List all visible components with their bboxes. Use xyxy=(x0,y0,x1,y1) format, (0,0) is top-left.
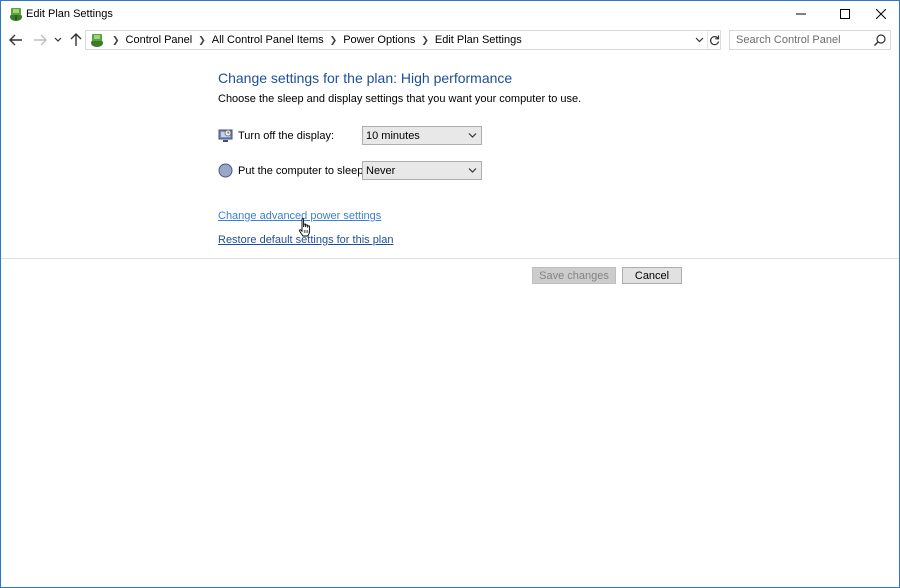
chevron-down-icon xyxy=(468,168,477,173)
sleep-timeout-select[interactable]: Never xyxy=(362,161,482,180)
chevron-down-icon xyxy=(695,37,703,43)
monitor-icon xyxy=(218,128,233,143)
control-panel-icon xyxy=(89,32,105,48)
display-setting-label: Turn off the display: xyxy=(238,130,334,142)
edit-plan-settings-window: Edit Plan Settings ❯ Control Panel ❯ All… xyxy=(0,0,900,588)
chevron-down-icon xyxy=(54,37,62,42)
minimize-button[interactable] xyxy=(783,1,819,27)
address-bar[interactable]: ❯ Control Panel ❯ All Control Panel Item… xyxy=(85,30,721,50)
refresh-icon xyxy=(710,35,720,45)
moon-icon xyxy=(218,163,233,178)
cancel-button[interactable]: Cancel xyxy=(622,267,682,284)
power-options-icon xyxy=(8,6,24,22)
title-bar: Edit Plan Settings xyxy=(1,1,899,27)
search-input[interactable] xyxy=(730,31,868,49)
breadcrumb-edit-plan-settings[interactable]: Edit Plan Settings xyxy=(435,34,522,46)
chevron-right-icon[interactable]: ❯ xyxy=(421,35,429,46)
breadcrumb-power-options[interactable]: Power Options xyxy=(343,34,415,46)
close-button[interactable] xyxy=(863,1,899,27)
maximize-button[interactable] xyxy=(827,1,863,27)
breadcrumb-control-panel[interactable]: Control Panel xyxy=(126,34,193,46)
chevron-right-icon[interactable]: ❯ xyxy=(198,35,206,46)
back-button[interactable] xyxy=(7,31,25,49)
refresh-button[interactable] xyxy=(707,31,721,49)
up-button[interactable] xyxy=(67,31,85,49)
arrow-left-icon xyxy=(9,34,22,46)
sleep-timeout-value: Never xyxy=(366,165,396,177)
content-divider xyxy=(1,258,899,259)
chevron-right-icon[interactable]: ❯ xyxy=(112,35,120,46)
chevron-right-icon[interactable]: ❯ xyxy=(330,35,338,46)
arrow-up-icon xyxy=(70,33,82,46)
display-setting-row: Turn off the display: 10 minutes xyxy=(218,126,488,146)
page-title: Change settings for the plan: High perfo… xyxy=(218,70,513,86)
address-history-button[interactable] xyxy=(692,31,706,49)
close-icon xyxy=(876,9,886,19)
sleep-setting-label: Put the computer to sleep: xyxy=(238,165,367,177)
main-content: Change settings for the plan: High perfo… xyxy=(1,53,899,258)
navigation-bar: ❯ Control Panel ❯ All Control Panel Item… xyxy=(1,27,899,53)
save-changes-button[interactable]: Save changes xyxy=(532,267,616,284)
arrow-right-icon xyxy=(34,34,47,46)
sleep-setting-row: Put the computer to sleep: Never xyxy=(218,161,488,181)
search-icon[interactable] xyxy=(873,33,887,47)
hand-cursor-icon xyxy=(298,218,312,238)
display-timeout-select[interactable]: 10 minutes xyxy=(362,126,482,145)
chevron-down-icon xyxy=(468,133,477,138)
display-timeout-value: 10 minutes xyxy=(366,130,420,142)
maximize-icon xyxy=(840,9,850,19)
minimize-icon xyxy=(796,13,806,15)
breadcrumb: ❯ Control Panel ❯ All Control Panel Item… xyxy=(106,31,522,49)
search-box[interactable] xyxy=(729,30,891,50)
page-description: Choose the sleep and display settings th… xyxy=(218,93,582,105)
breadcrumb-all-items[interactable]: All Control Panel Items xyxy=(212,34,324,46)
forward-button[interactable] xyxy=(31,31,49,49)
window-title: Edit Plan Settings xyxy=(26,8,113,20)
recent-locations-button[interactable] xyxy=(52,31,64,49)
